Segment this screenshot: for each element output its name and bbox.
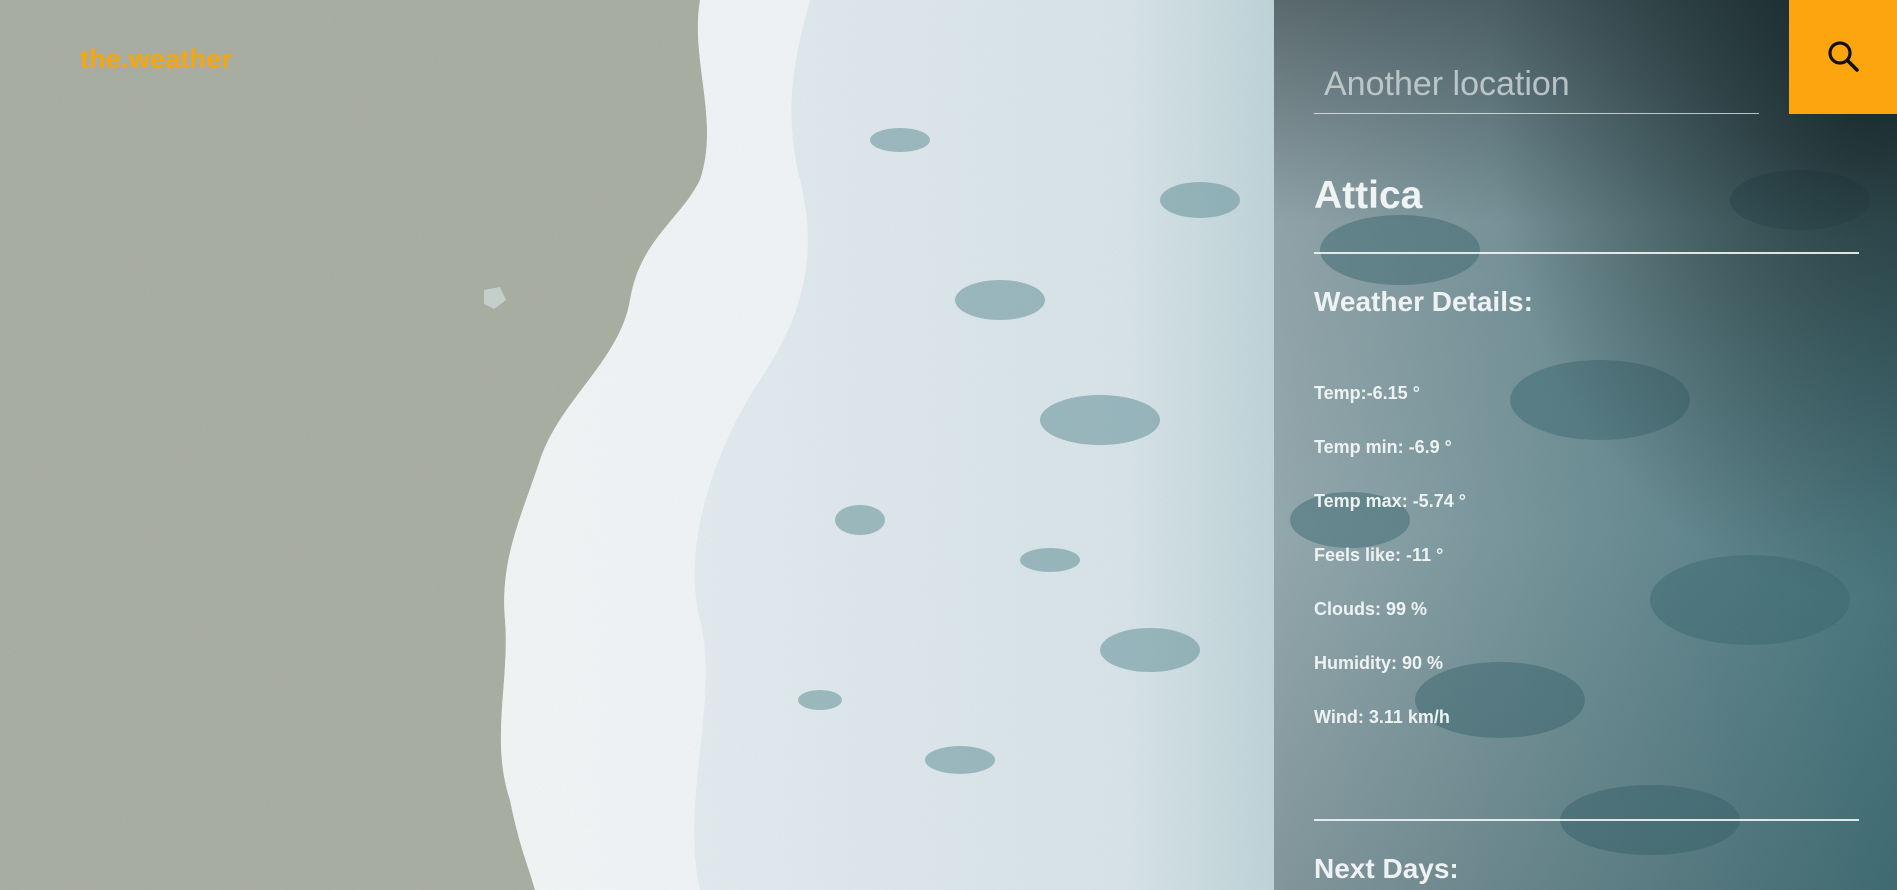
divider xyxy=(1314,819,1859,821)
weather-panel: Attica Weather Details: Temp:-6.15 ° Tem… xyxy=(1274,0,1897,890)
detail-feels-like: Feels like: -11 ° xyxy=(1314,545,1444,565)
search-button[interactable] xyxy=(1789,0,1897,114)
next-days-heading: Next Days: xyxy=(1314,853,1459,884)
weather-details-heading: Weather Details: xyxy=(1314,286,1533,317)
city-name: Attica xyxy=(1314,174,1423,217)
search-icon xyxy=(1826,39,1860,76)
detail-temp-min: Temp min: -6.9 ° xyxy=(1314,437,1452,457)
divider xyxy=(1314,252,1859,254)
detail-temp: Temp:-6.15 ° xyxy=(1314,383,1420,403)
location-search-input[interactable] xyxy=(1314,56,1759,114)
detail-temp-max: Temp max: -5.74 ° xyxy=(1314,491,1466,511)
detail-wind: Wind: 3.11 km/h xyxy=(1314,707,1450,727)
detail-clouds: Clouds: 99 % xyxy=(1314,599,1428,619)
brand-logo[interactable]: the.weather xyxy=(80,44,232,75)
detail-humidity: Humidity: 90 % xyxy=(1314,653,1444,673)
